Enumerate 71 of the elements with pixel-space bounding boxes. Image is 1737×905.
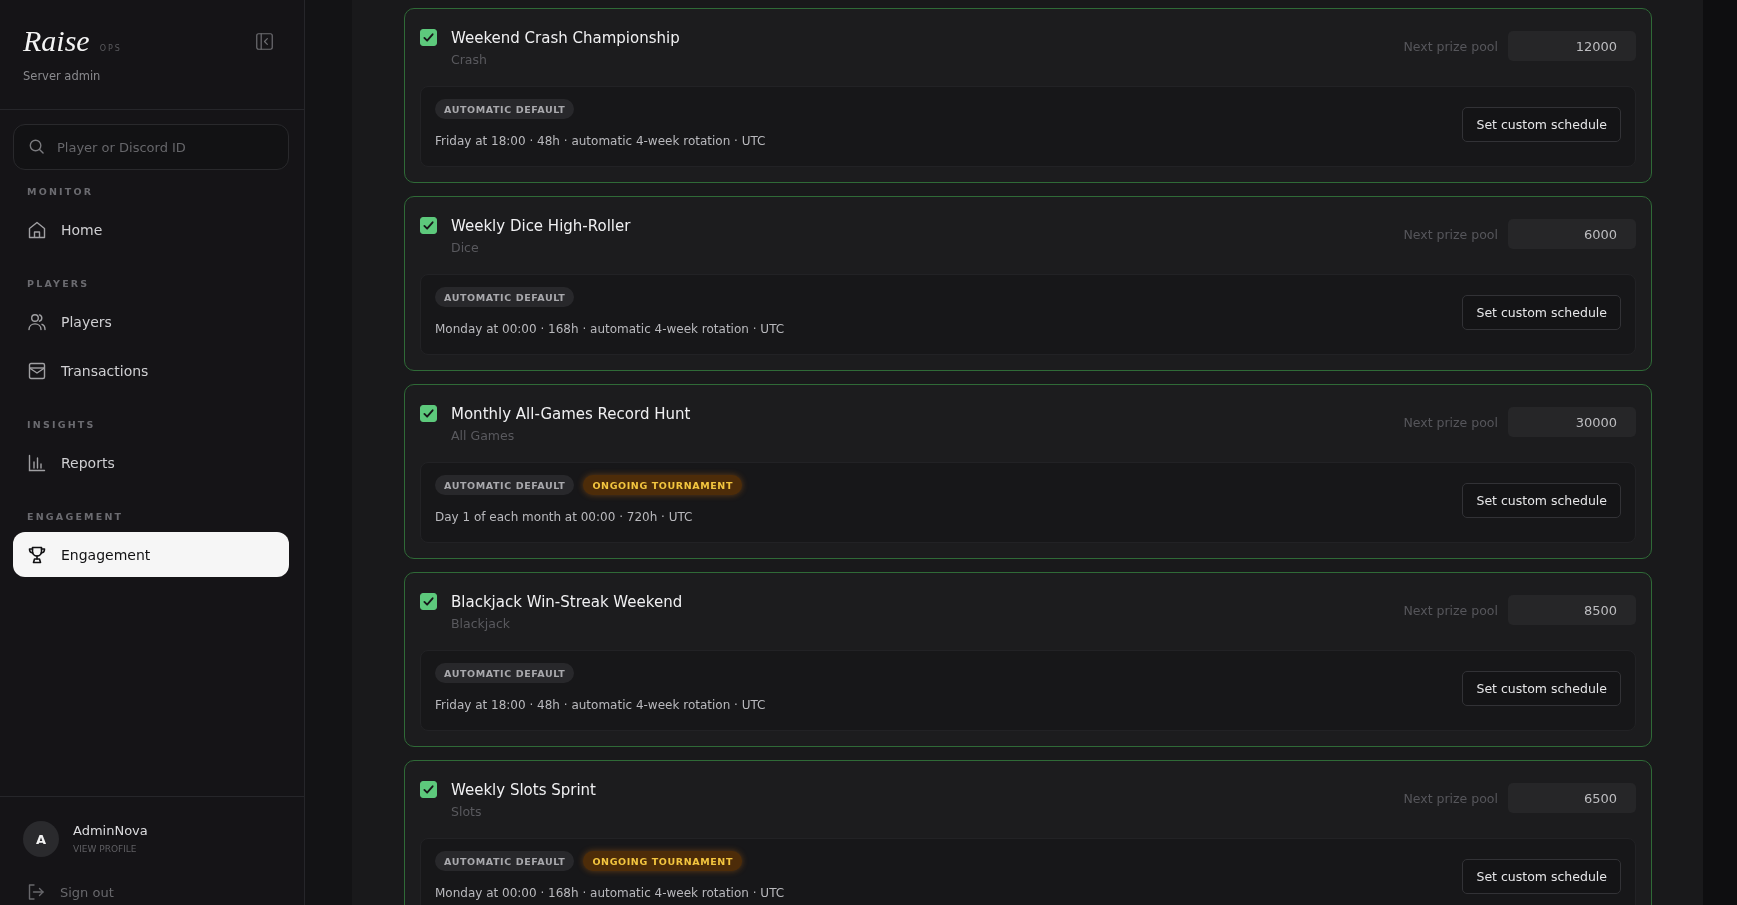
- user-name: AdminNova: [73, 823, 148, 839]
- check-icon: [423, 32, 434, 43]
- home-icon: [28, 220, 46, 239]
- nav-item[interactable]: Home: [13, 207, 289, 252]
- set-custom-schedule-button[interactable]: Set custom schedule: [1462, 670, 1621, 706]
- game-name: Blackjack: [451, 615, 511, 633]
- tray-icon: [28, 361, 46, 380]
- nav-section-heading: PLAYERS: [27, 277, 90, 291]
- prize-pool-label: Next prize pool: [1403, 226, 1498, 242]
- set-custom-schedule-button[interactable]: Set custom schedule: [1462, 858, 1621, 894]
- prize-pool-field[interactable]: 6000: [1508, 219, 1636, 249]
- check-icon: [423, 220, 434, 231]
- prize-pool-label: Next prize pool: [1403, 38, 1498, 54]
- prize-pool-field[interactable]: 8500: [1508, 595, 1636, 625]
- game-name: Slots: [451, 803, 482, 821]
- schedule-text: Day 1 of each month at 00:00 · 720h · UTC: [435, 509, 693, 525]
- sign-out-icon: [28, 884, 44, 900]
- nav-item[interactable]: Engagement: [13, 532, 289, 577]
- checkbox[interactable]: [420, 29, 437, 46]
- tournament-title: Blackjack Win-Streak Weekend: [451, 592, 683, 612]
- schedule-text: Monday at 00:00 · 168h · automatic 4-week rotation · UTC: [435, 321, 785, 337]
- tournament-title: Weekly Dice High-Roller: [451, 216, 631, 236]
- game-name: Dice: [451, 239, 479, 257]
- tournament-title: Weekly Slots Sprint: [451, 780, 596, 800]
- prize-pool-label: Next prize pool: [1403, 414, 1498, 430]
- checkbox[interactable]: [420, 217, 437, 234]
- default-status-badge: AUTOMATIC DEFAULT: [435, 663, 575, 683]
- nav-item[interactable]: Reports: [13, 440, 289, 485]
- set-custom-schedule-button[interactable]: Set custom schedule: [1462, 482, 1621, 518]
- default-status-badge: AUTOMATIC DEFAULT: [435, 287, 575, 307]
- check-icon: [423, 596, 434, 607]
- nav-section-heading: INSIGHTS: [27, 418, 96, 432]
- prize-pool-label: Next prize pool: [1403, 602, 1498, 618]
- set-custom-schedule-button[interactable]: Set custom schedule: [1462, 106, 1621, 142]
- ongoing-status-badge: ONGOING TOURNAMENT: [583, 475, 742, 495]
- collapse-sidebar-button[interactable]: [256, 32, 273, 50]
- search-icon: [29, 139, 44, 154]
- check-icon: [423, 784, 434, 795]
- set-custom-schedule-button[interactable]: Set custom schedule: [1462, 294, 1621, 330]
- prize-pool-field[interactable]: 6500: [1508, 783, 1636, 813]
- schedule-text: Friday at 18:00 · 48h · automatic 4-week rotation · UTC: [435, 133, 766, 149]
- prize-pool-label: Next prize pool: [1403, 790, 1498, 806]
- nav-section-heading: MONITOR: [27, 185, 94, 199]
- nav-item[interactable]: Transactions: [13, 348, 289, 393]
- nav-section-heading: ENGAGEMENT: [27, 510, 124, 524]
- game-name: Crash: [451, 51, 487, 69]
- users-icon: [28, 312, 46, 331]
- brand-subtitle: Server admin: [23, 69, 101, 83]
- check-icon: [423, 408, 434, 419]
- checkbox[interactable]: [420, 405, 437, 422]
- search-field[interactable]: Player or Discord ID: [13, 124, 289, 170]
- brand-tag: OPS: [99, 44, 122, 53]
- ongoing-status-badge: ONGOING TOURNAMENT: [583, 851, 742, 871]
- trophy-icon: [28, 545, 46, 564]
- avatar[interactable]: A: [23, 821, 59, 857]
- nav-item[interactable]: Players: [13, 299, 289, 344]
- default-status-badge: AUTOMATIC DEFAULT: [435, 851, 575, 871]
- prize-pool-field[interactable]: 30000: [1508, 407, 1636, 437]
- prize-pool-field[interactable]: 12000: [1508, 31, 1636, 61]
- checkbox[interactable]: [420, 593, 437, 610]
- sidebar-collapse-icon: [256, 32, 273, 50]
- tournament-title: Weekend Crash Championship: [451, 28, 680, 48]
- default-status-badge: AUTOMATIC DEFAULT: [435, 99, 575, 119]
- brand-logo: Raise: [23, 25, 90, 57]
- tournament-title: Monthly All-Games Record Hunt: [451, 404, 691, 424]
- game-name: All Games: [451, 427, 515, 445]
- schedule-text: Monday at 00:00 · 168h · automatic 4-week rotation · UTC: [435, 885, 785, 901]
- schedule-text: Friday at 18:00 · 48h · automatic 4-week rotation · UTC: [435, 697, 766, 713]
- default-status-badge: AUTOMATIC DEFAULT: [435, 475, 575, 495]
- checkbox[interactable]: [420, 781, 437, 798]
- bar-chart-icon: [28, 453, 46, 472]
